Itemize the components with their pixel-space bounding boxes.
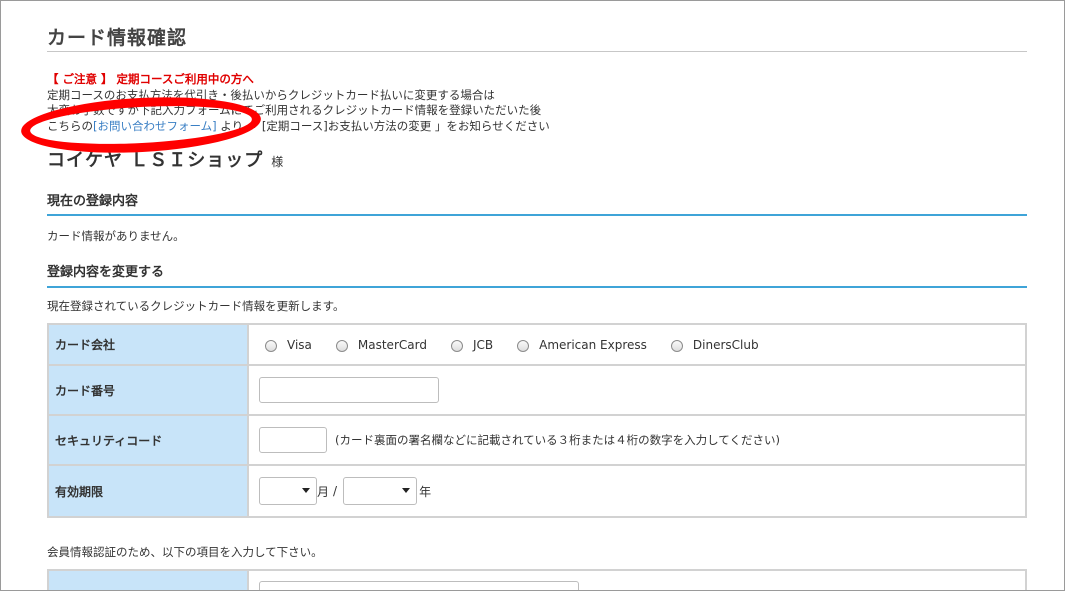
notice-line-1: 定期コースのお支払方法を代引き・後払いからクレジットカード払いに変更する場合は — [47, 87, 495, 102]
member-auth-row — [47, 569, 1027, 590]
card-option-visa[interactable]: Visa — [265, 337, 312, 352]
expiry-month-unit: 月 — [317, 484, 330, 499]
expiry-separator: / — [333, 484, 338, 498]
member-auth-input[interactable] — [259, 581, 579, 590]
card-option-label: JCB — [472, 337, 494, 352]
expiry-label: 有効期限 — [49, 466, 247, 516]
change-description: 現在登録されているクレジットカード情報を更新します。 — [47, 299, 345, 313]
radio-button[interactable] — [335, 340, 348, 352]
notice-line-3-prefix: こちらの — [47, 118, 93, 133]
expiry-cell: 月 / 年 — [249, 466, 1025, 516]
no-card-message: カード情報がありません。 — [47, 229, 185, 243]
browser-viewport: カード情報確認 【 ご注意 】 定期コースご利用中の方へ 定期コースのお支払方法… — [0, 0, 1065, 591]
card-company-row: カード会社 Visa MasterCard JCB American Expre… — [47, 323, 1027, 366]
notice-heading: 【 ご注意 】 定期コースご利用中の方へ — [47, 72, 254, 86]
customer-name-heading: コイケヤ ＬＳＩショップ様 — [47, 146, 284, 172]
page-title: カード情報確認 — [47, 27, 188, 49]
card-company-options: Visa MasterCard JCB American Express Din… — [249, 325, 1025, 364]
radio-button[interactable] — [265, 340, 277, 352]
card-company-label: カード会社 — [49, 325, 247, 364]
notice-line-2: 大変お手数ですが下記入力フォームにてご利用されるクレジットカード情報を登録いただ… — [47, 103, 542, 117]
current-registration-heading: 現在の登録内容 — [47, 194, 139, 209]
radio-button[interactable] — [670, 340, 683, 352]
expiry-row: 有効期限 月 / 年 — [47, 464, 1027, 518]
card-option-label: DinersClub — [692, 337, 759, 352]
security-code-label: セキュリティコード — [49, 416, 247, 464]
expiry-year-unit: 年 — [419, 484, 432, 499]
radio-button[interactable] — [450, 340, 463, 352]
title-divider — [47, 51, 1027, 52]
chevron-down-icon — [402, 488, 411, 493]
card-number-cell — [249, 366, 1025, 414]
security-code-cell: (カード裏面の署名欄などに記載されている３桁または４桁の数字を入力してください) — [249, 416, 1025, 464]
security-code-row: セキュリティコード (カード裏面の署名欄などに記載されている３桁または４桁の数字… — [47, 414, 1027, 466]
member-auth-cell — [249, 571, 1025, 590]
card-option-label: American Express — [539, 337, 647, 352]
card-number-input[interactable] — [259, 377, 439, 403]
security-code-hint: (カード裏面の署名欄などに記載されている３桁または４桁の数字を入力してください) — [335, 433, 780, 447]
card-option-mastercard[interactable]: MasterCard — [335, 337, 427, 352]
change-registration-divider — [47, 286, 1027, 288]
change-registration-heading: 登録内容を変更する — [47, 265, 165, 280]
customer-name: コイケヤ ＬＳＩショップ — [47, 150, 264, 171]
current-registration-divider — [47, 214, 1027, 216]
security-code-input[interactable] — [259, 427, 327, 453]
notice-block: 【 ご注意 】 定期コースご利用中の方へ 定期コースのお支払方法を代引き・後払い… — [47, 72, 550, 134]
card-option-amex[interactable]: American Express — [517, 337, 647, 352]
radio-button[interactable] — [517, 340, 530, 352]
card-option-label: Visa — [287, 337, 312, 352]
member-auth-label — [49, 571, 247, 590]
expiry-year-select[interactable] — [343, 477, 418, 505]
contact-form-link[interactable]: [お問い合わせフォーム] — [93, 119, 217, 133]
card-option-jcb[interactable]: JCB — [450, 337, 494, 352]
card-option-label: MasterCard — [357, 337, 427, 352]
notice-line-3-suffix: より 「 [定期コース]お支払い方法の変更 」をお知らせください — [216, 118, 550, 133]
card-number-label: カード番号 — [49, 366, 247, 414]
chevron-down-icon — [302, 488, 310, 493]
customer-honorific: 様 — [271, 155, 285, 169]
notice-line-3: こちらの[お問い合わせフォーム] より 「 [定期コース]お支払い方法の変更 」… — [47, 119, 550, 135]
card-number-row: カード番号 — [47, 364, 1027, 416]
expiry-month-select[interactable] — [259, 477, 317, 505]
card-option-diners[interactable]: DinersClub — [670, 337, 759, 352]
member-auth-description: 会員情報認証のため、以下の項目を入力して下さい。 — [47, 545, 323, 559]
